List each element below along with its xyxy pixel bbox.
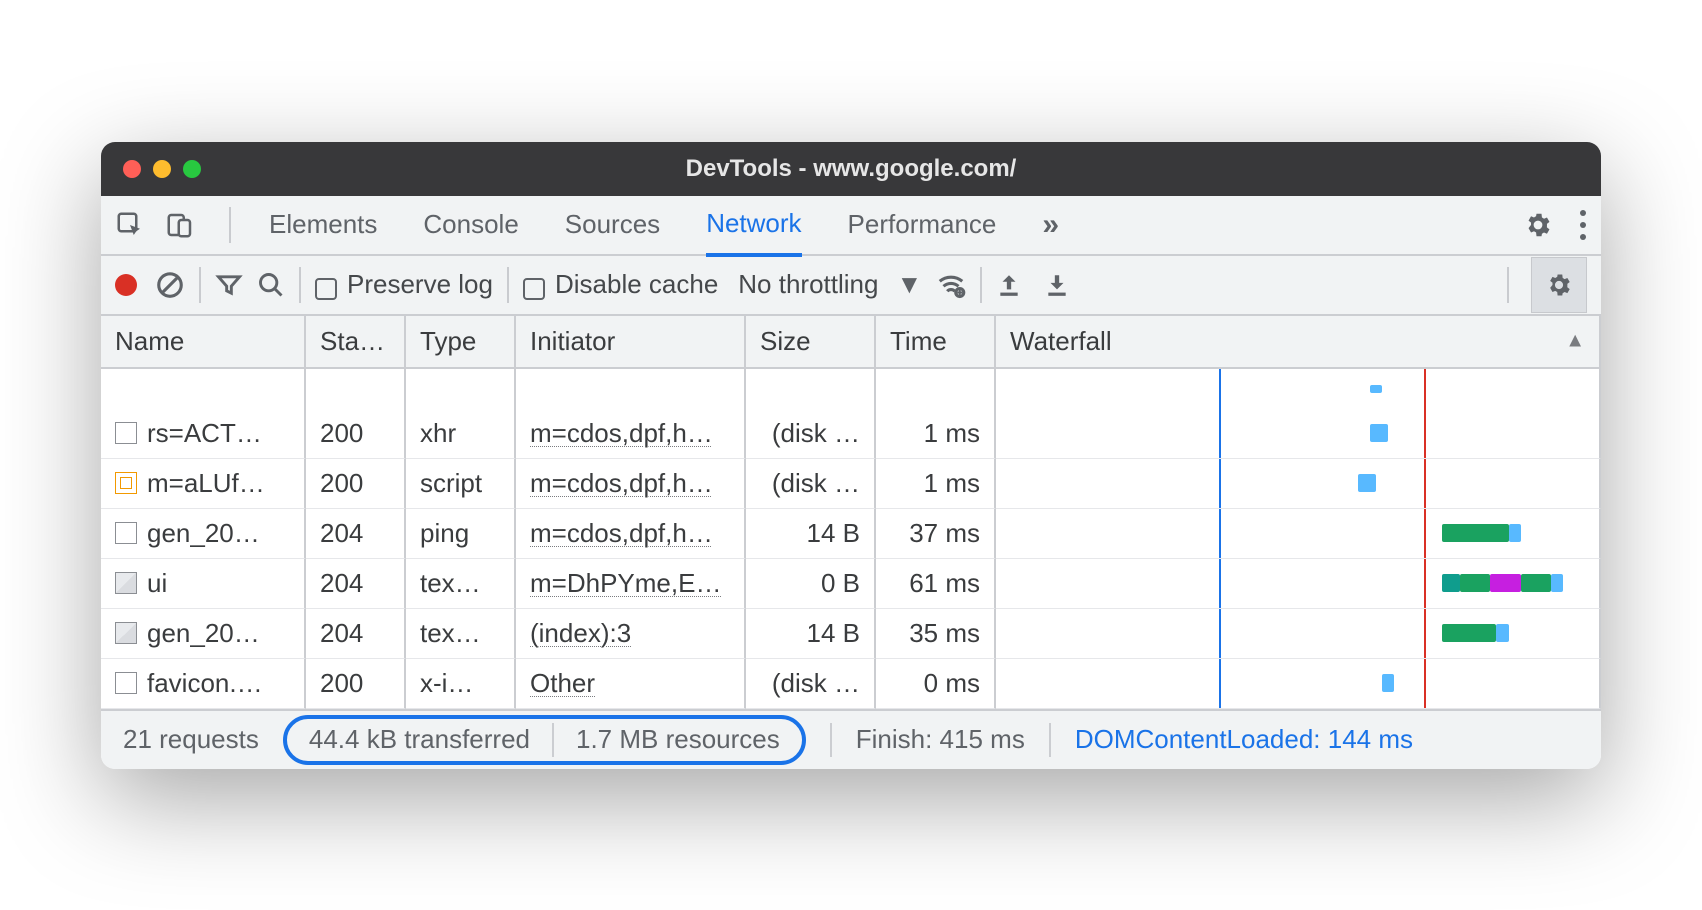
initiator-cell[interactable]: m=cdos,dpf,h… xyxy=(516,409,746,459)
download-har-icon[interactable] xyxy=(1044,272,1070,298)
sort-indicator-icon: ▲ xyxy=(1565,330,1585,353)
status-cell: 200 xyxy=(306,459,406,509)
time-cell: 37 ms xyxy=(876,509,996,559)
clear-icon[interactable] xyxy=(155,270,185,300)
status-dcl: DOMContentLoaded: 144 ms xyxy=(1075,724,1413,755)
time-cell: 61 ms xyxy=(876,559,996,609)
divider xyxy=(1507,267,1509,303)
time-cell: 1 ms xyxy=(876,409,996,459)
divider xyxy=(199,267,201,303)
time-cell: 0 ms xyxy=(876,659,996,709)
size-cell: (disk … xyxy=(746,659,876,709)
inspect-icon[interactable] xyxy=(115,210,145,240)
col-size[interactable]: Size xyxy=(746,316,876,369)
kebab-menu-icon[interactable] xyxy=(1579,210,1587,240)
waterfall-cell[interactable] xyxy=(996,509,1601,559)
status-bar: 21 requests 44.4 kB transferred 1.7 MB r… xyxy=(101,709,1601,769)
time-cell: 1 ms xyxy=(876,459,996,509)
type-cell: ping xyxy=(406,509,516,559)
status-transferred: 44.4 kB transferred xyxy=(309,724,530,755)
more-tabs-icon[interactable]: » xyxy=(1042,208,1059,242)
size-cell: 14 B xyxy=(746,509,876,559)
col-name[interactable]: Name xyxy=(101,316,306,369)
request-table: Name Sta… Type Initiator Size Time Water… xyxy=(101,316,1601,709)
tab-sources[interactable]: Sources xyxy=(565,195,660,254)
preserve-log-checkbox[interactable]: Preserve log xyxy=(315,269,493,300)
devtools-window: DevTools - www.google.com/ Elements Cons… xyxy=(101,142,1601,769)
initiator-cell[interactable]: m=cdos,dpf,h… xyxy=(516,509,746,559)
divider xyxy=(299,267,301,303)
divider xyxy=(507,267,509,303)
status-cell: 200 xyxy=(306,409,406,459)
highlight-box: 44.4 kB transferred 1.7 MB resources xyxy=(283,715,806,765)
disable-cache-checkbox[interactable]: Disable cache xyxy=(523,269,718,300)
type-cell: tex… xyxy=(406,609,516,659)
col-waterfall[interactable]: Waterfall▲ xyxy=(996,316,1601,369)
search-icon[interactable] xyxy=(257,271,285,299)
tab-elements[interactable]: Elements xyxy=(269,195,377,254)
status-resources: 1.7 MB resources xyxy=(576,724,780,755)
type-cell: xhr xyxy=(406,409,516,459)
upload-har-icon[interactable] xyxy=(996,272,1022,298)
dropdown-icon: ▼ xyxy=(896,269,922,300)
type-cell: script xyxy=(406,459,516,509)
titlebar: DevTools - www.google.com/ xyxy=(101,142,1601,196)
waterfall-cell[interactable] xyxy=(996,609,1601,659)
status-cell: 204 xyxy=(306,609,406,659)
size-cell: (disk … xyxy=(746,409,876,459)
name-cell[interactable]: gen_20… xyxy=(101,609,306,659)
settings-icon[interactable] xyxy=(1523,210,1553,240)
status-finish: Finish: 415 ms xyxy=(856,724,1025,755)
tab-console[interactable]: Console xyxy=(423,195,518,254)
name-cell[interactable]: rs=ACT… xyxy=(101,409,306,459)
size-cell: 14 B xyxy=(746,609,876,659)
col-initiator[interactable]: Initiator xyxy=(516,316,746,369)
status-cell: 204 xyxy=(306,559,406,609)
network-toolbar: Preserve log Disable cache No throttling… xyxy=(101,256,1601,316)
waterfall-cell[interactable] xyxy=(996,659,1601,709)
tab-performance[interactable]: Performance xyxy=(848,195,997,254)
initiator-cell[interactable]: m=cdos,dpf,h… xyxy=(516,459,746,509)
status-cell: 200 xyxy=(306,659,406,709)
initiator-cell[interactable]: (index):3 xyxy=(516,609,746,659)
device-toggle-icon[interactable] xyxy=(165,210,195,240)
col-time[interactable]: Time xyxy=(876,316,996,369)
network-conditions-icon[interactable] xyxy=(936,270,966,300)
waterfall-cell[interactable] xyxy=(996,409,1601,459)
size-cell: (disk … xyxy=(746,459,876,509)
main-tabstrip: Elements Console Sources Network Perform… xyxy=(101,196,1601,256)
waterfall-cell[interactable] xyxy=(996,459,1601,509)
name-cell[interactable]: gen_20… xyxy=(101,509,306,559)
waterfall-header-area xyxy=(996,369,1601,409)
record-button[interactable] xyxy=(115,274,137,296)
initiator-cell[interactable]: m=DhPYme,E… xyxy=(516,559,746,609)
window-title: DevTools - www.google.com/ xyxy=(101,155,1601,183)
col-status[interactable]: Sta… xyxy=(306,316,406,369)
status-cell: 204 xyxy=(306,509,406,559)
type-cell: tex… xyxy=(406,559,516,609)
initiator-cell[interactable]: Other xyxy=(516,659,746,709)
waterfall-cell[interactable] xyxy=(996,559,1601,609)
tab-network[interactable]: Network xyxy=(706,194,801,257)
filter-icon[interactable] xyxy=(215,271,243,299)
divider xyxy=(980,267,982,303)
type-cell: x-i… xyxy=(406,659,516,709)
name-cell[interactable]: m=aLUf… xyxy=(101,459,306,509)
network-settings-icon[interactable] xyxy=(1531,257,1587,313)
col-type[interactable]: Type xyxy=(406,316,516,369)
status-requests: 21 requests xyxy=(123,724,259,755)
name-cell[interactable]: favicon.… xyxy=(101,659,306,709)
size-cell: 0 B xyxy=(746,559,876,609)
time-cell: 35 ms xyxy=(876,609,996,659)
divider xyxy=(229,207,231,243)
throttling-select[interactable]: No throttling ▼ xyxy=(738,269,922,300)
name-cell[interactable]: ui xyxy=(101,559,306,609)
